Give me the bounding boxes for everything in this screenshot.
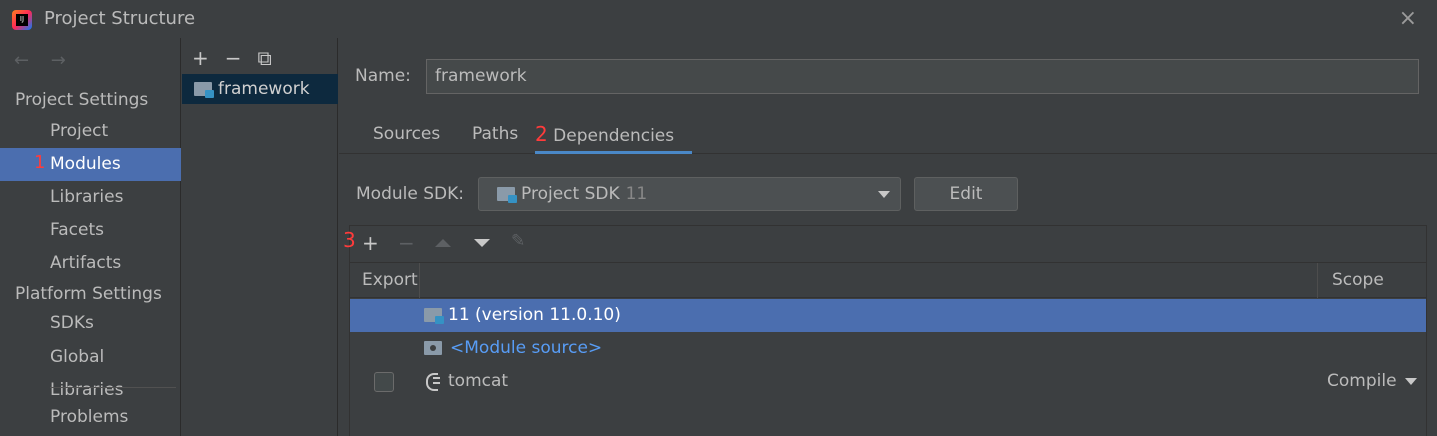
- column-scope[interactable]: Scope: [1332, 270, 1384, 290]
- scope-value: Compile: [1327, 371, 1397, 391]
- scope-dropdown[interactable]: Compile: [1327, 371, 1417, 391]
- module-list-toolbar: + − ⧉: [192, 46, 272, 70]
- intellij-app-icon: IJ: [12, 10, 32, 30]
- sdk-folder-icon: [497, 187, 517, 203]
- edit-sdk-button[interactable]: Edit: [914, 177, 1018, 211]
- settings-sidebar: ← → Project Settings Project Modules 1 L…: [0, 38, 181, 436]
- platform-settings-header: Platform Settings: [15, 284, 162, 304]
- add-icon[interactable]: +: [192, 46, 209, 70]
- tab-paths[interactable]: Paths: [472, 116, 518, 154]
- dependencies-toolbar: 3 + − ✎: [343, 226, 1426, 262]
- sdk-folder-icon: [424, 308, 444, 324]
- dependencies-panel: 3 + − ✎ Export Scope 11 (version 11.0.10…: [343, 225, 1427, 436]
- sidebar-item-sdks[interactable]: SDKs: [0, 307, 181, 340]
- sidebar-item-global-libraries[interactable]: Global Libraries: [0, 341, 181, 400]
- tab-label: Dependencies: [553, 126, 675, 146]
- module-detail-panel: Name: framework Sources Paths 2 Dependen…: [339, 38, 1437, 436]
- chevron-down-icon: [878, 191, 890, 198]
- module-folder-icon: [194, 82, 214, 98]
- sidebar-item-label: Modules: [50, 154, 121, 174]
- table-row[interactable]: 11 (version 11.0.10): [350, 299, 1426, 332]
- module-list-panel: + − ⧉ framework: [182, 38, 338, 436]
- row-label: <Module source>: [450, 338, 603, 358]
- window-title: Project Structure: [44, 8, 196, 29]
- column-divider: [419, 263, 420, 298]
- sdk-value: Project SDK: [521, 184, 620, 204]
- edit-pencil-icon[interactable]: ✎: [511, 231, 525, 251]
- name-field[interactable]: framework: [426, 59, 1419, 94]
- table-row[interactable]: tomcat Compile: [350, 365, 1426, 398]
- column-divider: [1317, 263, 1318, 298]
- module-sdk-dropdown[interactable]: Project SDK 11: [478, 177, 901, 211]
- module-source-icon: [424, 341, 442, 355]
- copy-icon[interactable]: ⧉: [258, 46, 272, 70]
- title-bar: IJ Project Structure ×: [0, 0, 1437, 38]
- module-sdk-label: Module SDK:: [356, 184, 464, 204]
- module-tabs: Sources Paths 2 Dependencies: [339, 116, 1437, 154]
- row-content: 11 (version 11.0.10): [424, 305, 621, 325]
- row-content: tomcat: [424, 371, 508, 391]
- sidebar-item-facets[interactable]: Facets: [0, 214, 181, 247]
- move-down-icon[interactable]: [474, 239, 490, 247]
- app-icon-label: IJ: [16, 14, 28, 26]
- name-label: Name:: [355, 66, 411, 86]
- sidebar-item-project[interactable]: Project: [0, 115, 181, 148]
- sdk-version: 11: [625, 184, 648, 204]
- sidebar-item-modules[interactable]: Modules: [0, 148, 181, 181]
- move-up-icon[interactable]: [435, 239, 451, 247]
- export-checkbox[interactable]: [374, 372, 394, 392]
- module-list-item[interactable]: framework: [182, 74, 338, 104]
- tab-dependencies[interactable]: 2 Dependencies: [535, 116, 693, 154]
- annotation-1: 1: [34, 152, 46, 173]
- table-row[interactable]: <Module source>: [350, 332, 1426, 365]
- dependencies-table-header: Export Scope: [350, 262, 1426, 298]
- sidebar-item-libraries[interactable]: Libraries: [0, 181, 181, 214]
- library-icon: [424, 372, 440, 391]
- annotation-2: 2: [535, 122, 548, 146]
- row-label: tomcat: [448, 371, 509, 391]
- row-label: 11 (version 11.0.10): [448, 305, 621, 325]
- annotation-3: 3: [343, 228, 356, 252]
- module-name: framework: [218, 79, 310, 99]
- row-content: <Module source>: [424, 338, 602, 358]
- add-dependency-icon[interactable]: +: [362, 231, 379, 255]
- back-forward-arrows-icon[interactable]: ← →: [14, 50, 74, 71]
- column-export[interactable]: Export: [362, 270, 418, 290]
- tab-sources[interactable]: Sources: [373, 116, 440, 154]
- sidebar-item-artifacts[interactable]: Artifacts: [0, 247, 181, 280]
- remove-icon[interactable]: −: [225, 46, 242, 70]
- remove-dependency-icon[interactable]: −: [398, 231, 415, 255]
- project-settings-header: Project Settings: [15, 90, 149, 110]
- chevron-down-icon: [1404, 377, 1417, 385]
- close-icon[interactable]: ×: [1399, 6, 1417, 31]
- sidebar-divider: [50, 387, 176, 388]
- sidebar-item-problems[interactable]: Problems: [0, 401, 181, 434]
